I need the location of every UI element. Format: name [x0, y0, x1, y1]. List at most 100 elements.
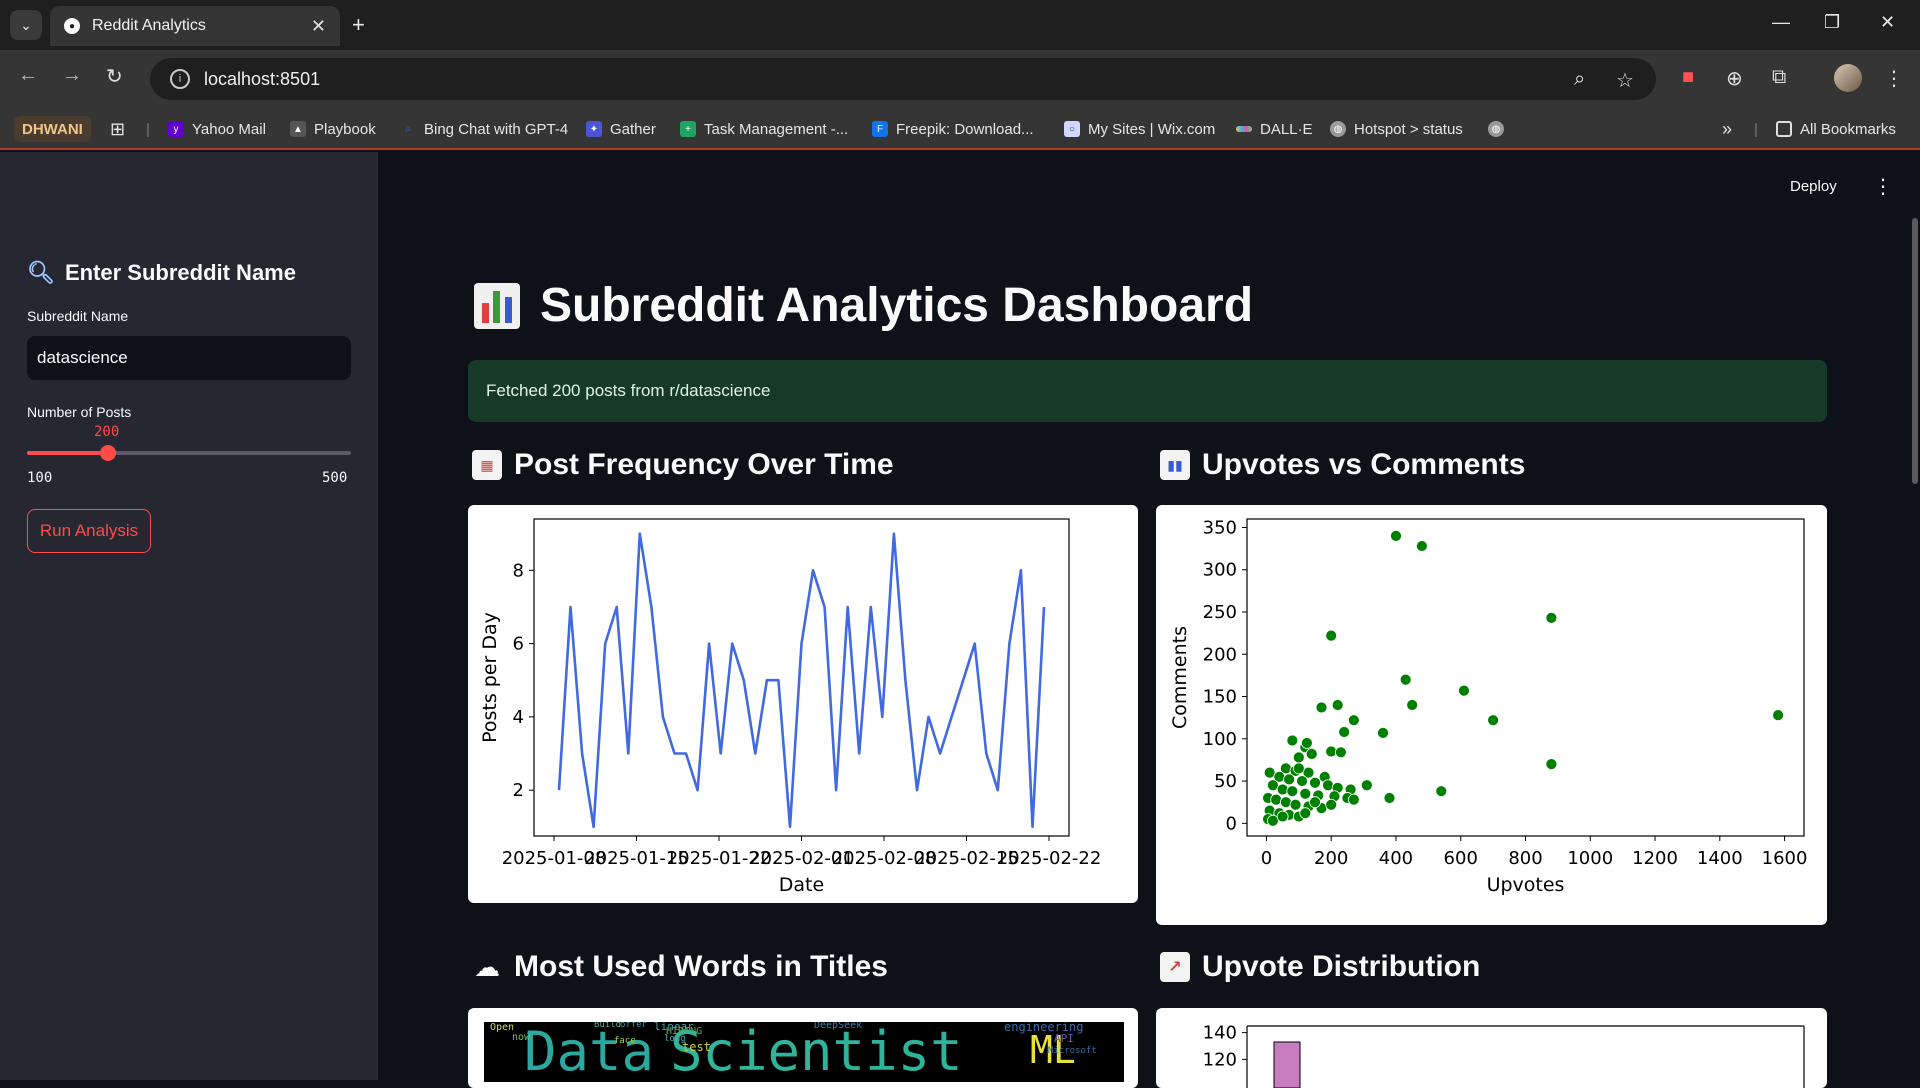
new-tab-icon[interactable]: + — [352, 12, 365, 38]
word-cloud-word: long — [664, 1034, 686, 1044]
bookmarks-divider: | — [1754, 120, 1758, 138]
bookmark-gather[interactable]: ✦ Gather — [586, 116, 656, 142]
bookmarks-bar: DHWANI ⊞ | y Yahoo Mail ▲ Playbook ⌕ Bing C… — [0, 108, 1920, 150]
deploy-button[interactable]: Deploy — [1790, 178, 1837, 195]
tab-title: Reddit Analytics — [92, 17, 206, 34]
x-tick-label: 1200 — [1632, 848, 1678, 869]
browser-menu-icon[interactable]: ⋮ — [1884, 66, 1904, 91]
word-cloud-word: now — [512, 1032, 531, 1043]
zoom-icon[interactable]: ⌕ — [1574, 68, 1585, 91]
sidebar: 🔍︎ Enter Subreddit Name Subreddit Name d… — [0, 152, 378, 1080]
playbook-icon: ▲ — [290, 121, 306, 137]
forward-icon[interactable]: → — [62, 64, 82, 87]
app-menu-icon[interactable]: ⋮ — [1873, 174, 1893, 199]
scatter-point — [1301, 737, 1313, 749]
x-tick-label: 600 — [1444, 848, 1478, 869]
scatter-point — [1415, 540, 1428, 552]
y-tick-label: 0 — [1226, 813, 1237, 834]
x-tick-label: 1000 — [1567, 848, 1613, 869]
slider-max: 500 — [322, 470, 348, 486]
subreddit-input[interactable]: datascience — [27, 336, 351, 380]
close-window-icon[interactable]: ✕ — [1880, 12, 1895, 33]
restore-window-icon[interactable]: ❐ — [1824, 12, 1840, 33]
word-cloud-word: offer — [620, 1022, 648, 1030]
y-tick-label: 8 — [513, 560, 524, 581]
trend-chart-icon: ↗ — [1160, 952, 1190, 982]
x-tick-label: 0 — [1261, 848, 1272, 869]
scatter-point — [1299, 807, 1312, 820]
bookmark-dalle[interactable]: DALL·E — [1236, 116, 1313, 142]
yahoo-icon: y — [168, 121, 184, 137]
y-tick-label: 250 — [1203, 602, 1237, 623]
extension-alert-icon[interactable]: ■ — [1682, 66, 1694, 89]
page-title: Subreddit Analytics Dashboard — [474, 278, 1253, 333]
sidebar-header: 🔍︎ Enter Subreddit Name — [27, 260, 296, 286]
extensions-puzzle-icon[interactable]: ⧉ — [1772, 66, 1786, 89]
subreddit-label: Subreddit Name — [27, 308, 129, 324]
upvotes-comments-heading: ▮▮ Upvotes vs Comments — [1160, 448, 1525, 482]
all-bookmarks-button[interactable]: All Bookmarks — [1776, 116, 1896, 142]
scatter-point — [1545, 612, 1558, 624]
scatter-point — [1289, 798, 1302, 811]
word-cloud-word: Open — [490, 1022, 515, 1033]
upvotes-comments-heading-text: Upvotes vs Comments — [1202, 448, 1526, 481]
bookmark-freepik[interactable]: F Freepik: Download... — [872, 116, 1034, 142]
x-axis-label: Date — [779, 874, 824, 896]
scatter-point — [1390, 530, 1402, 542]
profile-avatar[interactable] — [1834, 64, 1862, 92]
tab-search-button[interactable]: ⌄ — [10, 10, 42, 40]
extension-plus-icon[interactable]: ⊕ — [1726, 66, 1743, 91]
word-cloud-word: test — [682, 1040, 711, 1054]
scatter-point — [1315, 701, 1328, 714]
word-cloud-image: Data Scientist ML test HIRING linear DeepSeek e… — [484, 1022, 1124, 1082]
reload-icon[interactable]: ↻ — [106, 64, 123, 89]
plot-frame — [533, 518, 1070, 837]
wix-icon: ○ — [1064, 121, 1080, 137]
bookmark-globe[interactable]: ◍ — [1488, 116, 1512, 142]
scatter-point — [1296, 775, 1308, 787]
address-bar[interactable]: i localhost:8501 ⌕ ☆ — [150, 58, 1656, 100]
profile-chip[interactable]: DHWANI — [14, 116, 91, 142]
slider-thumb[interactable] — [100, 445, 116, 461]
reddit-favicon-icon: ● — [64, 18, 80, 34]
scatter-point — [1325, 745, 1338, 758]
more-bookmarks-icon[interactable]: » — [1722, 116, 1732, 142]
y-tick-label: 2 — [513, 780, 524, 801]
scatter-point — [1309, 776, 1321, 789]
close-tab-icon[interactable]: ✕ — [311, 16, 326, 37]
minimize-icon[interactable]: — — [1772, 12, 1790, 33]
scatter-point — [1283, 773, 1295, 786]
y-tick-label: 300 — [1203, 560, 1237, 581]
posts-label: Number of Posts — [27, 404, 132, 420]
x-axis-label: Upvotes — [1487, 874, 1565, 896]
post-frequency-heading-text: Post Frequency Over Time — [514, 448, 894, 481]
posts-slider[interactable] — [27, 445, 351, 461]
scatter-point — [1377, 726, 1389, 739]
scatter-point — [1276, 810, 1289, 823]
post-frequency-chart: 24682025-01-082025-01-152025-01-222025-0… — [479, 518, 1101, 896]
gather-icon: ✦ — [586, 121, 602, 137]
upvote-distribution-card: 120 140 — [1156, 1008, 1827, 1088]
bookmark-task-management[interactable]: + Task Management -... — [680, 116, 848, 142]
word-cloud-word: Data — [524, 1022, 655, 1082]
bookmark-hotspot[interactable]: ◍ Hotspot > status — [1330, 116, 1463, 142]
browser-tab[interactable]: ● Reddit Analytics ✕ — [50, 6, 340, 46]
scrollbar[interactable] — [1912, 218, 1918, 484]
upvote-distribution-heading-text: Upvote Distribution — [1202, 950, 1481, 983]
bookmark-playbook[interactable]: ▲ Playbook — [290, 116, 376, 142]
bookmark-bing-chat[interactable]: ⌕ Bing Chat with GPT-4 — [400, 116, 568, 142]
calendar-icon: ▦ — [472, 450, 502, 480]
scatter-point — [1347, 793, 1360, 806]
post-frequency-heading: ▦ Post Frequency Over Time — [472, 448, 894, 482]
bookmark-star-icon[interactable]: ☆ — [1616, 68, 1634, 93]
apps-grid-icon[interactable]: ⊞ — [110, 116, 125, 142]
back-icon[interactable]: ← — [18, 64, 38, 87]
run-analysis-button[interactable]: Run Analysis — [27, 509, 151, 553]
scatter-point — [1458, 684, 1470, 697]
scatter-point — [1292, 751, 1305, 764]
scatter-point — [1545, 758, 1558, 771]
bookmark-yahoo-mail[interactable]: y Yahoo Mail — [168, 116, 266, 142]
success-alert: Fetched 200 posts from r/datascience — [468, 360, 1827, 422]
bookmark-wix[interactable]: ○ My Sites | Wix.com — [1064, 116, 1215, 142]
site-info-icon[interactable]: i — [170, 69, 190, 89]
